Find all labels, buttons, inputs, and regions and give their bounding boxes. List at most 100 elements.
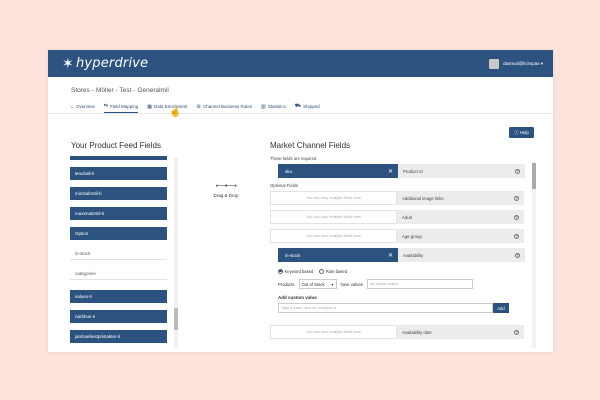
brand-logo[interactable]: ✶ hyperdrive: [62, 56, 148, 72]
radio-selected-icon: [278, 268, 283, 274]
tab-channel-business-rules[interactable]: ⚙ Channel Business Rules: [197, 103, 253, 113]
right-panel-title: Market Channel Fields: [270, 141, 351, 150]
target-field: Additional image links ?: [397, 191, 524, 205]
tab-overview[interactable]: ⌂ Overview: [71, 103, 95, 113]
mapping-mode: Keyword based Rule based: [278, 267, 532, 275]
chevron-down-icon: ▾: [331, 281, 334, 287]
feed-field[interactable]: lenuhall-ti: [70, 167, 167, 180]
tab-divider: [48, 113, 553, 114]
product-feed-fields-list: lenuhall-ti minstabrstil-ti maxirnabrsti…: [70, 156, 178, 352]
drop-zone[interactable]: You can drop multiple fields here: [270, 191, 397, 205]
question-icon[interactable]: ?: [514, 329, 519, 335]
user-email: dasmuli@lichspas: [503, 61, 540, 66]
app-window: ✶ hyperdrive dasmuli@lichspas ▾ Stores -…: [48, 50, 553, 352]
add-button[interactable]: Add: [493, 303, 509, 313]
add-custom-value-label: Add custom value: [278, 295, 317, 300]
custom-value-row: Type a value here for example /a Add: [278, 303, 532, 313]
radio-label: Rule based: [325, 268, 348, 274]
star-icon: ✶: [62, 55, 74, 72]
radio-label: Keyword based: [284, 268, 314, 274]
left-panel-title: Your Product Feed Fields: [71, 141, 161, 150]
drag-arrows-icon: ⟵•⟶: [215, 183, 237, 190]
feed-field[interactable]: narbhus-ti: [70, 310, 167, 323]
target-field-label: Adult: [402, 214, 412, 220]
feed-field[interactable]: Option: [70, 227, 167, 240]
radio-keyword-based[interactable]: Keyword based: [278, 268, 314, 274]
tab-bar: ⌂ Overview ⇆ Field Mapping ▦ Data Enrichmen…: [71, 103, 320, 113]
truck-icon: ⛟: [294, 103, 302, 109]
products-select[interactable]: Out of Stock ▾: [298, 279, 337, 289]
radio-empty-icon: [319, 268, 325, 274]
tab-statistics[interactable]: ▥ Statistics: [261, 103, 286, 113]
availability-config: Keyword based Rule based Products Out of…: [278, 267, 532, 313]
help-label: Help: [519, 130, 529, 135]
tab-label: Field Mapping: [110, 103, 139, 109]
drop-zone[interactable]: You can drop multiple fields here: [270, 229, 397, 243]
market-channel-fields: These fields are required sku ✕ Product …: [270, 156, 532, 352]
feed-field[interactable]: categories: [70, 267, 167, 280]
breadcrumb: Stores - Möller - Test - Generalmil: [71, 87, 169, 94]
drop-zone[interactable]: You can drop multiple fields here: [270, 210, 397, 224]
hand-cursor-icon: ☝: [167, 105, 183, 120]
close-icon[interactable]: ✕: [388, 252, 393, 259]
mapped-source-field[interactable]: sku ✕: [278, 164, 398, 178]
right-scrollbar[interactable]: [532, 163, 536, 348]
breadcrumb-separator: -: [91, 87, 94, 94]
have-values-label: have values: [340, 281, 363, 287]
products-select-value: Out of Stock: [301, 281, 325, 287]
breadcrumb-separator: -: [133, 87, 136, 94]
target-field-label: Availability date: [402, 329, 432, 335]
feed-field[interactable]: in-stock: [70, 247, 167, 260]
tab-shipped[interactable]: ⛟ Shipped: [295, 103, 320, 113]
tab-label: Overview: [76, 104, 95, 109]
feed-field[interactable]: jambsebestpristakter-ti: [70, 330, 167, 343]
table-icon: ▦: [147, 103, 152, 110]
breadcrumb-stores[interactable]: Stores: [71, 87, 90, 94]
products-label: Products: [278, 281, 295, 287]
target-field: Availability ?: [398, 248, 525, 262]
brand-name: hyperdrive: [75, 56, 149, 71]
feed-field[interactable]: [70, 156, 167, 160]
mapped-source-label: sku: [285, 168, 293, 174]
mapping-row-age-group: You can drop multiple fields here Age gr…: [270, 229, 532, 243]
close-icon[interactable]: ✕: [388, 168, 393, 175]
breadcrumb-store[interactable]: Möller - Test: [96, 87, 131, 94]
breadcrumb-feed: Generalmil: [137, 87, 169, 94]
mapped-source-field[interactable]: in-stock ✕: [278, 248, 398, 262]
scrollbar-thumb[interactable]: [174, 308, 178, 330]
target-field-label: Product Id: [403, 168, 423, 174]
question-icon[interactable]: ?: [514, 214, 519, 220]
drag-drop-hint: ⟵•⟶ Drag & Drop: [211, 182, 241, 198]
left-scrollbar[interactable]: [174, 158, 178, 348]
target-field: Availability date ?: [397, 325, 524, 339]
drag-drop-label: Drag & Drop: [213, 193, 239, 198]
question-icon[interactable]: ?: [515, 252, 520, 258]
radio-rule-based[interactable]: Rule based: [319, 268, 348, 274]
target-field: Product Id ?: [398, 164, 525, 178]
tab-label: Shipped: [303, 104, 320, 109]
help-icon: ⓘ: [514, 129, 519, 135]
feed-field[interactable]: minstabrstil-ti: [70, 187, 167, 200]
feed-field[interactable]: values-ti: [70, 290, 167, 303]
mapping-icon: ⇆: [103, 103, 108, 109]
optional-fields-label: Optional Fields: [270, 183, 298, 188]
drop-zone[interactable]: You can drop multiple fields here: [270, 325, 397, 339]
user-menu[interactable]: dasmuli@lichspas ▾: [489, 58, 543, 69]
question-icon[interactable]: ?: [515, 168, 520, 174]
tab-field-mapping[interactable]: ⇆ Field Mapping: [103, 103, 139, 113]
target-field-label: Additional image links: [402, 195, 444, 201]
mapping-row-adult: You can drop multiple fields here Adult …: [270, 210, 532, 224]
have-values-input[interactable]: No results match: [366, 279, 473, 289]
chart-icon: ▥: [261, 103, 266, 110]
help-button[interactable]: ⓘ Help: [509, 127, 534, 138]
products-condition-row: Products Out of Stock ▾ have values No r…: [278, 278, 532, 290]
mapping-row-additional-image-links: You can drop multiple fields here Additi…: [270, 191, 532, 205]
question-icon[interactable]: ?: [514, 233, 519, 239]
feed-field[interactable]: maxirnabrstil-ti: [70, 207, 167, 220]
custom-value-input[interactable]: Type a value here for example /a: [278, 303, 493, 313]
target-field-label: Availability: [403, 252, 424, 258]
chevron-down-icon: ▾: [539, 60, 543, 66]
top-bar: ✶ hyperdrive dasmuli@lichspas ▾: [48, 50, 553, 77]
scrollbar-thumb[interactable]: [532, 163, 536, 189]
question-icon[interactable]: ?: [514, 195, 519, 201]
